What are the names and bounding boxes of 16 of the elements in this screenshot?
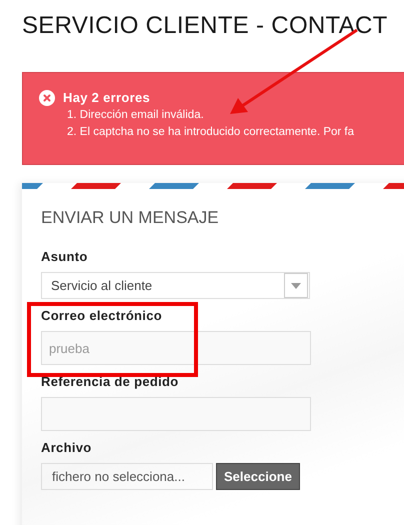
error-icon	[39, 90, 55, 106]
input-field[interactable]	[41, 397, 311, 431]
field-label: Archivo	[41, 440, 92, 456]
error-message: 1. Dirección email inválida.	[66, 108, 205, 123]
input-field[interactable]: prueba	[41, 331, 311, 365]
page-title: SERVICIO CLIENTE - CONTACT	[22, 12, 388, 40]
field-label: Referencia de pedido	[41, 374, 178, 390]
field-label: Correo electrónico	[41, 308, 162, 324]
caret-icon	[291, 282, 301, 288]
error-message: 2. El captcha no se ha introducido correctamente. Por fa	[66, 125, 354, 140]
select-field[interactable]: Servicio al cliente	[41, 272, 310, 299]
form-title: ENVIAR UN MENSAJE	[41, 207, 220, 229]
error-title: Hay 2 errores	[63, 89, 152, 107]
field-label: Asunto	[41, 249, 88, 265]
file-field[interactable]: fichero no selecciona...	[41, 463, 213, 490]
choose-file-button[interactable]: Seleccione	[216, 463, 300, 490]
